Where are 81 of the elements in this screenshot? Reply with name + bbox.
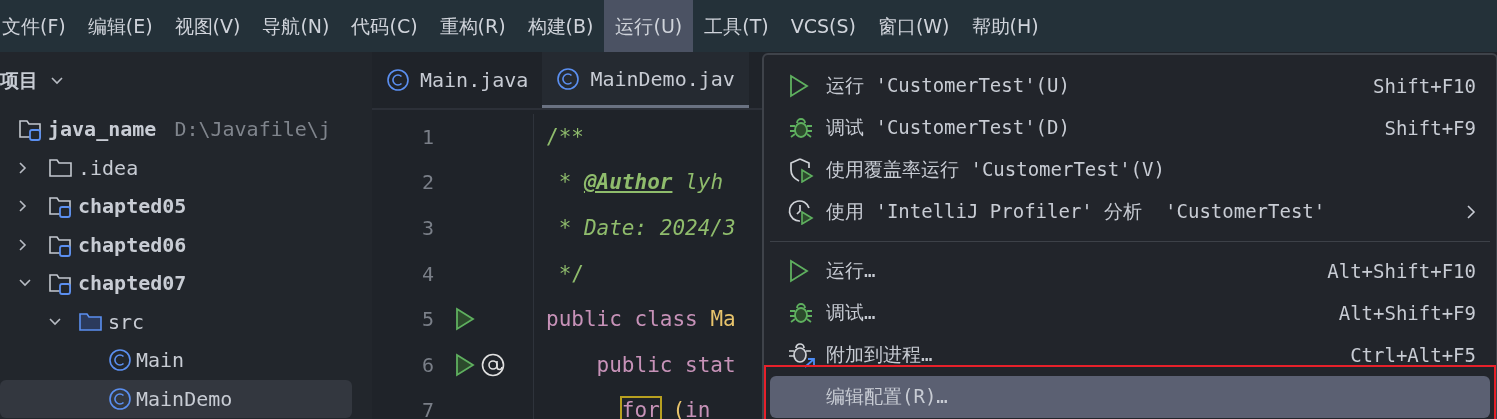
tree-item[interactable]: chapted05 [0, 187, 352, 226]
class-icon [108, 386, 132, 411]
tree-item-label: .idea [78, 155, 139, 180]
tree-item[interactable]: .idea [0, 148, 352, 187]
menu-item[interactable]: 编辑配置(R)… [770, 376, 1490, 418]
menu-bar-item[interactable]: 视图(V) [163, 0, 252, 52]
menu-bar-item[interactable]: 帮助(H) [960, 0, 1050, 52]
menu-item[interactable]: 附加到进程… Ctrl+Alt+F5 [770, 334, 1490, 376]
line-number: 6 [420, 352, 434, 377]
code-line: */ [557, 261, 584, 286]
run-icon [788, 74, 810, 98]
line-number: 3 [420, 216, 434, 240]
shield-play-icon [788, 157, 814, 183]
menu-bar-item[interactable]: 导航(N) [251, 0, 341, 52]
code-line: public class Ma [545, 307, 736, 332]
clock-play-icon [788, 199, 814, 225]
tree-item-label: src [108, 309, 145, 334]
chevron-right-icon[interactable] [18, 237, 28, 252]
shortcut-label: Shift+F10 [1373, 75, 1476, 97]
module-folder-icon [48, 194, 74, 219]
code-line: * @Author lyh [557, 170, 724, 195]
module-folder-icon [48, 271, 74, 296]
menu-item[interactable]: 运行… Alt+Shift+F10 [770, 250, 1490, 292]
menu-bar-item[interactable]: 重构(R) [428, 0, 517, 52]
tree-item[interactable]: Main [0, 341, 352, 380]
class-icon [556, 66, 581, 91]
module-folder-icon [18, 117, 44, 142]
class-icon [108, 348, 132, 373]
tree-item[interactable]: java_name D:\Javafile\j [0, 110, 352, 149]
line-number: 1 [420, 124, 434, 149]
menu-item[interactable]: 运行 'CustomerTest'(U) Shift+F10 [770, 65, 1490, 107]
bug-icon [788, 115, 814, 141]
class-icon [386, 68, 410, 92]
chevron-down-icon[interactable] [18, 278, 32, 289]
menu-item[interactable]: 调试… Alt+Shift+F9 [770, 292, 1490, 334]
menu-item[interactable]: 调试 'CustomerTest'(D) Shift+F9 [770, 107, 1490, 149]
chevron-down-icon[interactable] [50, 76, 64, 86]
line-number: 5 [420, 307, 434, 332]
chevron-right-icon[interactable] [18, 199, 28, 214]
code-line: public stat [595, 352, 736, 377]
run-icon [788, 259, 810, 283]
panel-title[interactable]: 项目 [0, 68, 38, 94]
menu-item[interactable]: 使用 'IntelliJ Profiler' 分析 'CustomerTest' [770, 191, 1490, 233]
menu-bar-item[interactable]: 窗口(W) [866, 0, 961, 52]
run-icon[interactable] [454, 307, 476, 332]
at-sign-icon[interactable] [480, 351, 506, 378]
shortcut-label: Alt+Shift+F10 [1327, 260, 1476, 282]
menu-bar-item[interactable]: VCS(S) [779, 0, 867, 52]
chevron-down-icon[interactable] [48, 316, 62, 327]
editor-tab[interactable]: MainDemo.jav [542, 52, 749, 108]
menu-bar-item[interactable]: 编辑(E) [76, 0, 164, 52]
menu-bar-item[interactable]: 构建(B) [516, 0, 605, 52]
bug-icon [788, 300, 814, 326]
line-number: 4 [420, 261, 434, 286]
tree-item-label: chapted05 [78, 194, 187, 219]
tree-item-label: java_name [48, 117, 157, 142]
tree-item-label: Main [136, 348, 185, 373]
line-number: 2 [420, 170, 434, 195]
shortcut-label: Shift+F9 [1384, 117, 1476, 139]
tree-item[interactable]: src [0, 302, 352, 341]
tree-item-label: MainDemo [136, 386, 233, 411]
editor-tab[interactable]: Main.java [372, 52, 543, 108]
tree-item-label: chapted07 [78, 271, 187, 296]
code-line: /** [545, 124, 584, 149]
tree-item[interactable]: MainDemo [0, 379, 352, 418]
menu-bar-item[interactable]: 工具(T) [693, 0, 780, 52]
tree-item[interactable]: chapted06 [0, 225, 352, 264]
shortcut-label: Alt+Shift+F9 [1338, 302, 1476, 324]
path-hint: D:\Javafile\j [174, 117, 331, 142]
menu-bar-item[interactable]: 运行(U) [604, 0, 694, 52]
tree-item-label: chapted06 [78, 232, 187, 257]
menu-bar-item[interactable]: 文件(F) [0, 0, 77, 52]
bug-arrow-icon [788, 341, 816, 369]
menu-bar-item[interactable]: 代码(C) [340, 0, 429, 52]
chevron-right-icon[interactable] [18, 160, 28, 175]
run-icon[interactable] [454, 352, 476, 377]
shortcut-label: Ctrl+Alt+F5 [1350, 344, 1476, 366]
code-line: * Date: 2024/3 [557, 216, 736, 240]
tree-item[interactable]: chapted07 [0, 264, 352, 303]
menu-item[interactable]: 使用覆盖率运行 'CustomerTest'(V) [770, 149, 1490, 191]
line-number: 7 [420, 398, 434, 419]
